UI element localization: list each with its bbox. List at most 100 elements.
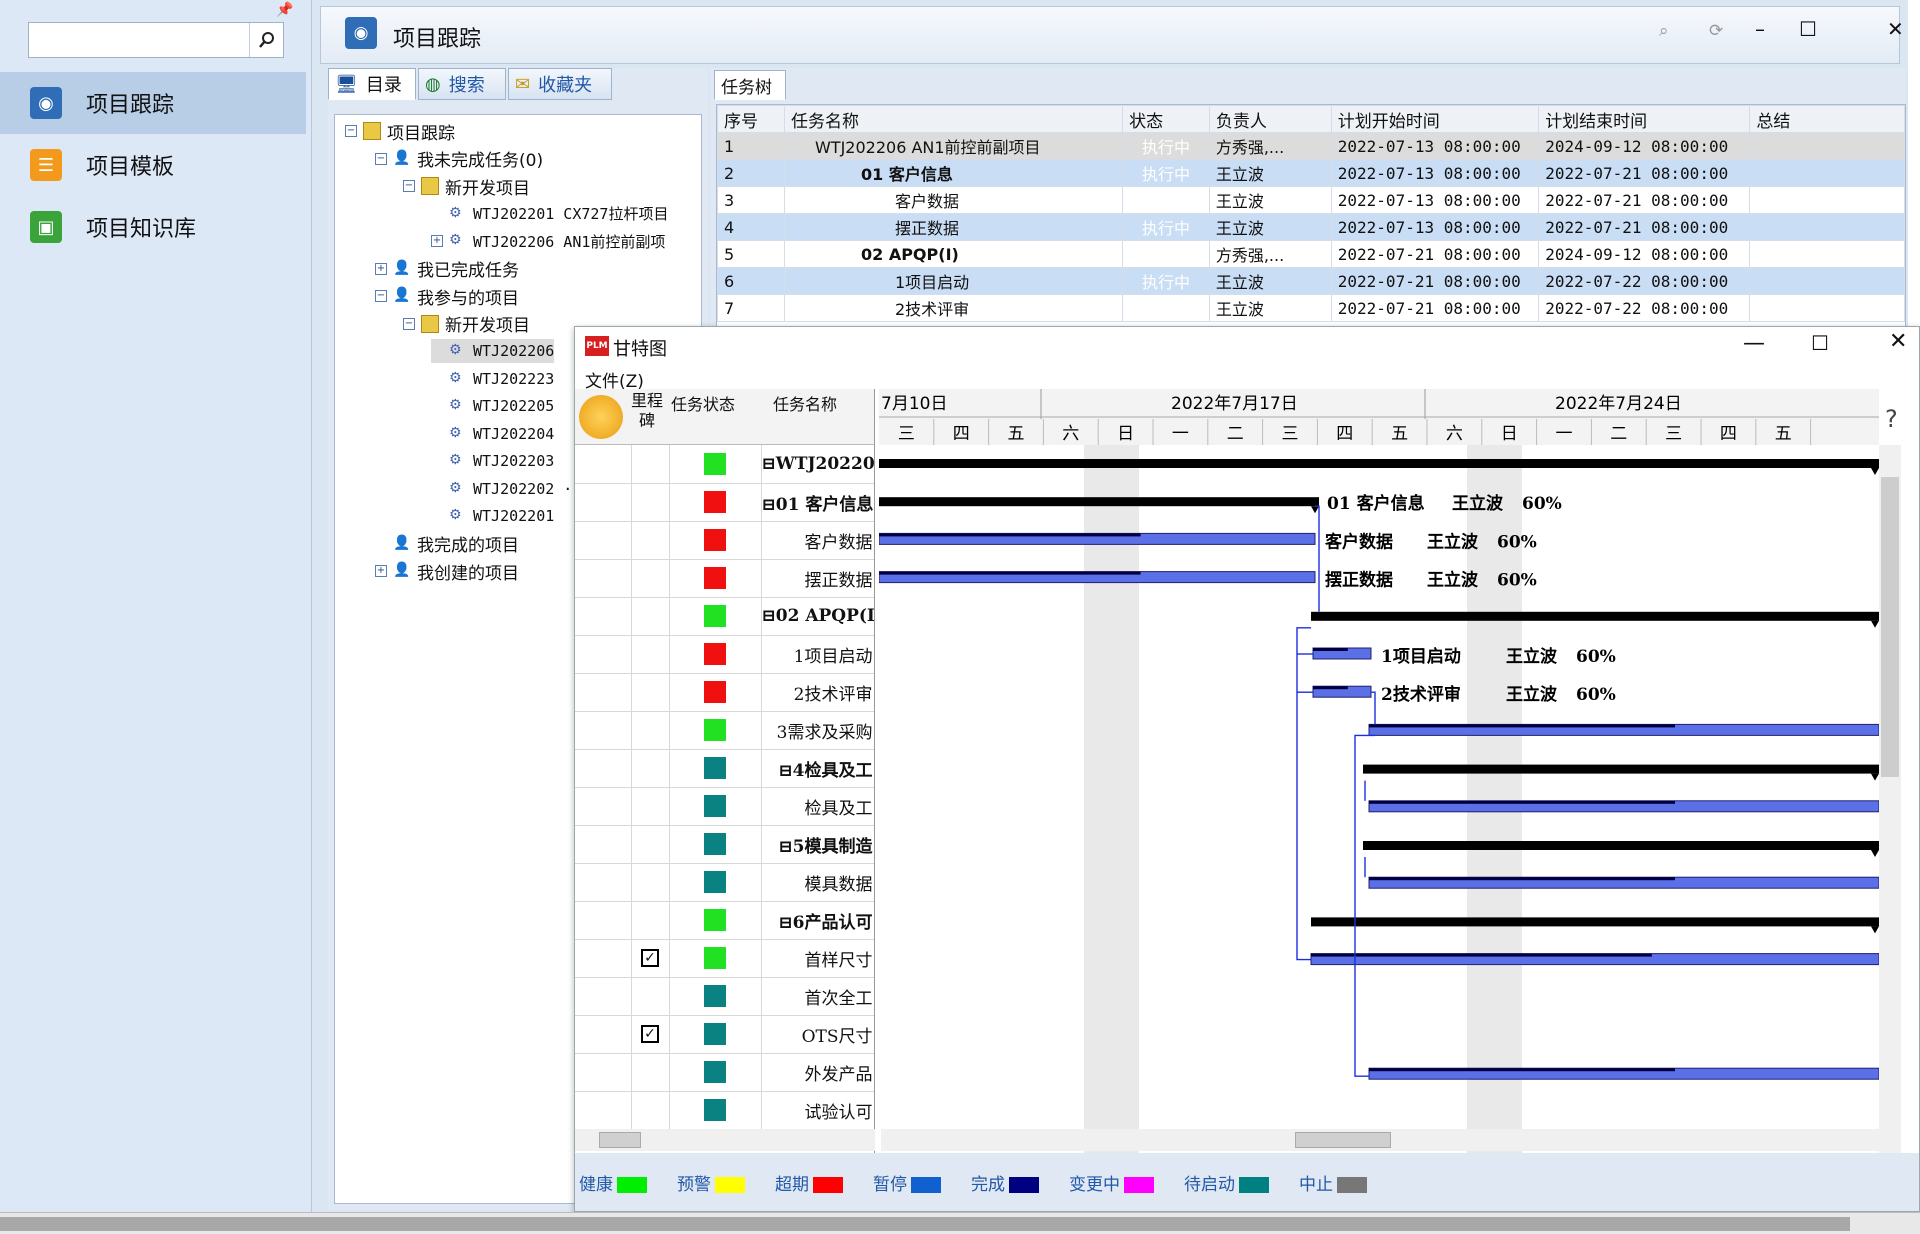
table-row[interactable]: 3 客户数据 执行中 王立波 2022-07-13 08:00:00 2022-07-21… xyxy=(717,186,1905,214)
gantt-row[interactable]: ⊟01 客户信息 xyxy=(575,483,874,522)
minimize-icon[interactable]: – xyxy=(1755,17,1765,41)
tree-node[interactable]: + ⚙ WTJ202206 AN1前控前副项 xyxy=(431,229,665,253)
table-row[interactable]: 7 2技术评审 执行中 王立波 2022-07-21 08:00:00 2022-07-2… xyxy=(717,294,1905,322)
tree-node[interactable]: ⚙ WTJ202223 xyxy=(431,367,554,391)
tree-node[interactable]: ⚙ WTJ202202 · xyxy=(431,477,572,501)
tree-node[interactable]: − 新开发项目 xyxy=(403,174,530,199)
tab-favorites[interactable]: ✉ 收藏夹 xyxy=(508,68,612,100)
table-row[interactable]: 5 02 APQP(Ⅰ) 执行中 方秀强,... 2022-07-21 08:00:00… xyxy=(717,240,1905,268)
table-row[interactable]: 6 1项目启动 执行中 王立波 2022-07-21 08:00:00 2022-07-2… xyxy=(717,267,1905,295)
nav-item-project-template[interactable]: ☰ 项目模板 xyxy=(0,134,306,196)
expand-toggle-icon[interactable]: − xyxy=(375,290,387,302)
milestone-cell[interactable] xyxy=(631,825,670,864)
grid-header-cell[interactable]: 任务名称 xyxy=(783,105,1124,133)
nav-item-project-tracking[interactable]: ◉ 项目跟踪 xyxy=(0,72,306,134)
milestone-cell[interactable] xyxy=(631,445,670,484)
nav-item-knowledge-base[interactable]: ▣ 项目知识库 xyxy=(0,196,306,258)
gantt-vertical-scrollbar[interactable] xyxy=(1879,445,1901,1177)
grid-header-cell[interactable]: 总结 xyxy=(1749,105,1905,133)
milestone-cell[interactable] xyxy=(631,483,670,522)
tree-node[interactable]: ⚙ WTJ202204 xyxy=(431,422,554,446)
gantt-row[interactable]: ⊟5模具制造 xyxy=(575,825,874,864)
tree-node[interactable]: − 👤 我参与的项目 xyxy=(375,284,519,309)
grid-header-cell[interactable]: 负责人 xyxy=(1208,105,1332,133)
tree-node[interactable]: ⚙ WTJ202201 CX727拉杆项目 xyxy=(431,202,668,226)
gantt-row[interactable]: 3需求及采购 xyxy=(575,711,874,750)
timeline-horizontal-scrollbar[interactable] xyxy=(881,1129,1881,1151)
refresh-icon[interactable]: ⟳ xyxy=(1709,21,1723,41)
expand-toggle-icon[interactable]: + xyxy=(431,235,443,247)
milestone-cell[interactable] xyxy=(631,749,670,788)
milestone-cell[interactable] xyxy=(631,901,670,940)
gantt-row[interactable]: 摆正数据 xyxy=(575,559,874,598)
gantt-row[interactable]: ⊟WTJ202206 AN xyxy=(575,445,874,484)
close-icon[interactable]: ✕ xyxy=(1887,17,1904,41)
search-icon[interactable] xyxy=(249,23,283,57)
milestone-cell[interactable] xyxy=(631,521,670,560)
gantt-maximize-icon[interactable]: ☐ xyxy=(1811,331,1829,355)
gantt-row[interactable]: 1项目启动 xyxy=(575,635,874,674)
tab-search[interactable]: ◍ 搜索 xyxy=(418,68,506,100)
gantt-minimize-icon[interactable]: — xyxy=(1743,331,1765,356)
grid-header-cell[interactable]: 计划结束时间 xyxy=(1538,105,1751,133)
bottom-scrollbar[interactable] xyxy=(0,1212,1920,1234)
milestone-cell[interactable] xyxy=(631,559,670,598)
checkbox-checked-icon[interactable]: ✓ xyxy=(641,949,659,967)
grid-header-cell[interactable]: 序号 xyxy=(717,105,785,133)
milestone-cell[interactable] xyxy=(631,635,670,674)
expand-toggle-icon[interactable]: − xyxy=(403,317,415,330)
milestone-cell[interactable] xyxy=(631,711,670,750)
checkbox-checked-icon[interactable]: ✓ xyxy=(641,1025,659,1043)
table-row[interactable]: 2 01 客户信息 执行中 王立波 2022-07-13 08:00:00 2022-07… xyxy=(717,159,1905,187)
tab-task-tree[interactable]: 任务树 xyxy=(714,70,786,100)
tree-node[interactable]: − 新开发项目 xyxy=(403,312,530,336)
expand-toggle-icon[interactable]: − xyxy=(403,180,415,192)
maximize-icon[interactable]: ☐ xyxy=(1799,17,1817,41)
tree-node[interactable]: ⚙ WTJ202201 xyxy=(431,504,554,528)
expand-toggle-icon[interactable]: − xyxy=(345,125,357,137)
expand-toggle-icon[interactable]: + xyxy=(375,262,387,275)
tree-node[interactable]: ⚙ WTJ202205 xyxy=(431,394,554,418)
gantt-row[interactable]: 2技术评审 xyxy=(575,673,874,712)
milestone-cell[interactable]: ✓ xyxy=(631,939,670,978)
milestone-cell[interactable] xyxy=(631,673,670,712)
gantt-row[interactable]: 试验认可 xyxy=(575,1091,874,1130)
tab-catalog[interactable]: 🖥 目录 xyxy=(328,68,416,100)
scroll-thumb[interactable] xyxy=(0,1217,1850,1231)
gantt-row[interactable]: 首次全工 xyxy=(575,977,874,1016)
tree-node[interactable]: 👤 我完成的项目 xyxy=(375,532,519,557)
tree-node[interactable]: + 👤 我创建的项目 xyxy=(375,559,519,584)
gantt-row[interactable]: ✓ OTS尺寸 xyxy=(575,1015,874,1054)
gantt-row[interactable]: 客户数据 xyxy=(575,521,874,560)
milestone-cell[interactable]: ✓ xyxy=(631,1015,670,1054)
gantt-row[interactable]: 外发产品 xyxy=(575,1053,874,1092)
gantt-row[interactable]: 检具及工 xyxy=(575,787,874,826)
gantt-row[interactable]: ✓ 首样尺寸 xyxy=(575,939,874,978)
tree-node[interactable]: ⚙ WTJ202203 xyxy=(431,449,554,473)
zoom-icon[interactable]: ⌕ xyxy=(1659,21,1669,41)
milestone-cell[interactable] xyxy=(631,1091,670,1130)
gantt-row[interactable]: 模具数据 xyxy=(575,863,874,902)
scroll-thumb[interactable] xyxy=(599,1132,641,1148)
table-row[interactable]: 4 摆正数据 执行中 王立波 2022-07-13 08:00:00 2022-07-21… xyxy=(717,213,1905,241)
grid-header-cell[interactable]: 计划开始时间 xyxy=(1330,105,1540,133)
table-row[interactable]: 1 WTJ202206 AN1前控前副项目 执行中 方秀强,... 2022-07-13… xyxy=(717,132,1905,160)
nav-search-input[interactable] xyxy=(29,23,249,57)
pin-icon[interactable]: 📌 xyxy=(276,2,293,18)
gantt-row[interactable]: ⊟02 APQP(Ⅰ) xyxy=(575,597,874,636)
tree-node[interactable]: − 👤 我未完成任务(0) xyxy=(375,147,543,171)
milestone-cell[interactable] xyxy=(631,787,670,826)
tree-node[interactable]: ⚙ WTJ202206 xyxy=(431,339,555,363)
grid-header-cell[interactable]: 状态 xyxy=(1122,105,1210,133)
gantt-row[interactable]: ⊟6产品认可 xyxy=(575,901,874,940)
milestone-cell[interactable] xyxy=(631,597,670,636)
milestone-cell[interactable] xyxy=(631,1053,670,1092)
tree-node[interactable]: + 👤 我已完成任务 xyxy=(375,257,519,281)
expand-toggle-icon[interactable]: + xyxy=(375,565,387,577)
tree-node[interactable]: − 项目跟踪 xyxy=(345,119,455,144)
help-icon[interactable]: ? xyxy=(1885,405,1898,433)
scroll-thumb[interactable] xyxy=(1881,477,1899,777)
scroll-thumb[interactable] xyxy=(1295,1132,1391,1148)
gantt-close-icon[interactable]: ✕ xyxy=(1889,329,1907,354)
list-horizontal-scrollbar[interactable] xyxy=(575,1129,875,1151)
